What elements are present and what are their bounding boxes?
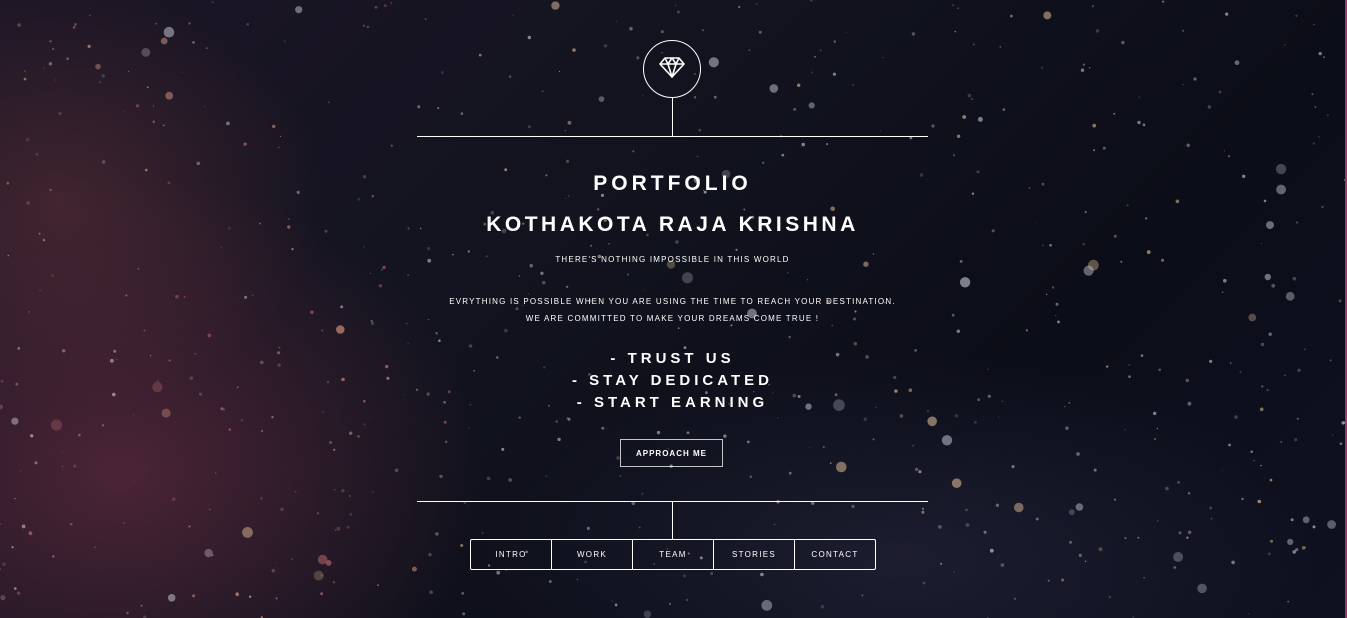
intro-section: PORTFOLIO KOTHAKOTA RAJA KRISHNA THERE'S… bbox=[0, 0, 1347, 618]
approach-me-button[interactable]: APPROACH ME bbox=[620, 439, 723, 467]
top-divider bbox=[417, 136, 928, 137]
nav-item-team[interactable]: TEAM bbox=[632, 540, 713, 569]
motto-item: - STAY DEDICATED bbox=[572, 372, 773, 389]
top-connector-line bbox=[672, 97, 673, 136]
nav-item-intro[interactable]: INTRO bbox=[471, 540, 551, 569]
description-line-1: EVRYTHING IS POSSIBLE WHEN YOU ARE USING… bbox=[449, 297, 896, 306]
bottom-connector-line bbox=[672, 502, 673, 539]
nav-item-contact[interactable]: CONTACT bbox=[794, 540, 875, 569]
nav-item-work[interactable]: WORK bbox=[551, 540, 632, 569]
motto-item: - TRUST US bbox=[610, 350, 735, 367]
tagline: THERE'S NOTHING IMPOSSIBLE IN THIS WORLD bbox=[555, 255, 790, 264]
logo[interactable] bbox=[643, 40, 701, 98]
description: EVRYTHING IS POSSIBLE WHEN YOU ARE USING… bbox=[417, 293, 928, 327]
owner-name: KOTHAKOTA RAJA KRISHNA bbox=[486, 213, 859, 236]
motto-item: - START EARNING bbox=[576, 394, 769, 411]
motto-list: - TRUST US - STAY DEDICATED - START EARN… bbox=[417, 348, 928, 414]
page-title: PORTFOLIO bbox=[593, 172, 752, 195]
description-line-2: WE ARE COMMITTED TO MAKE YOUR DREAMS COM… bbox=[525, 314, 820, 323]
main-nav: INTRO WORK TEAM STORIES CONTACT bbox=[470, 539, 876, 570]
diamond-icon bbox=[659, 56, 685, 83]
nav-item-stories[interactable]: STORIES bbox=[713, 540, 794, 569]
